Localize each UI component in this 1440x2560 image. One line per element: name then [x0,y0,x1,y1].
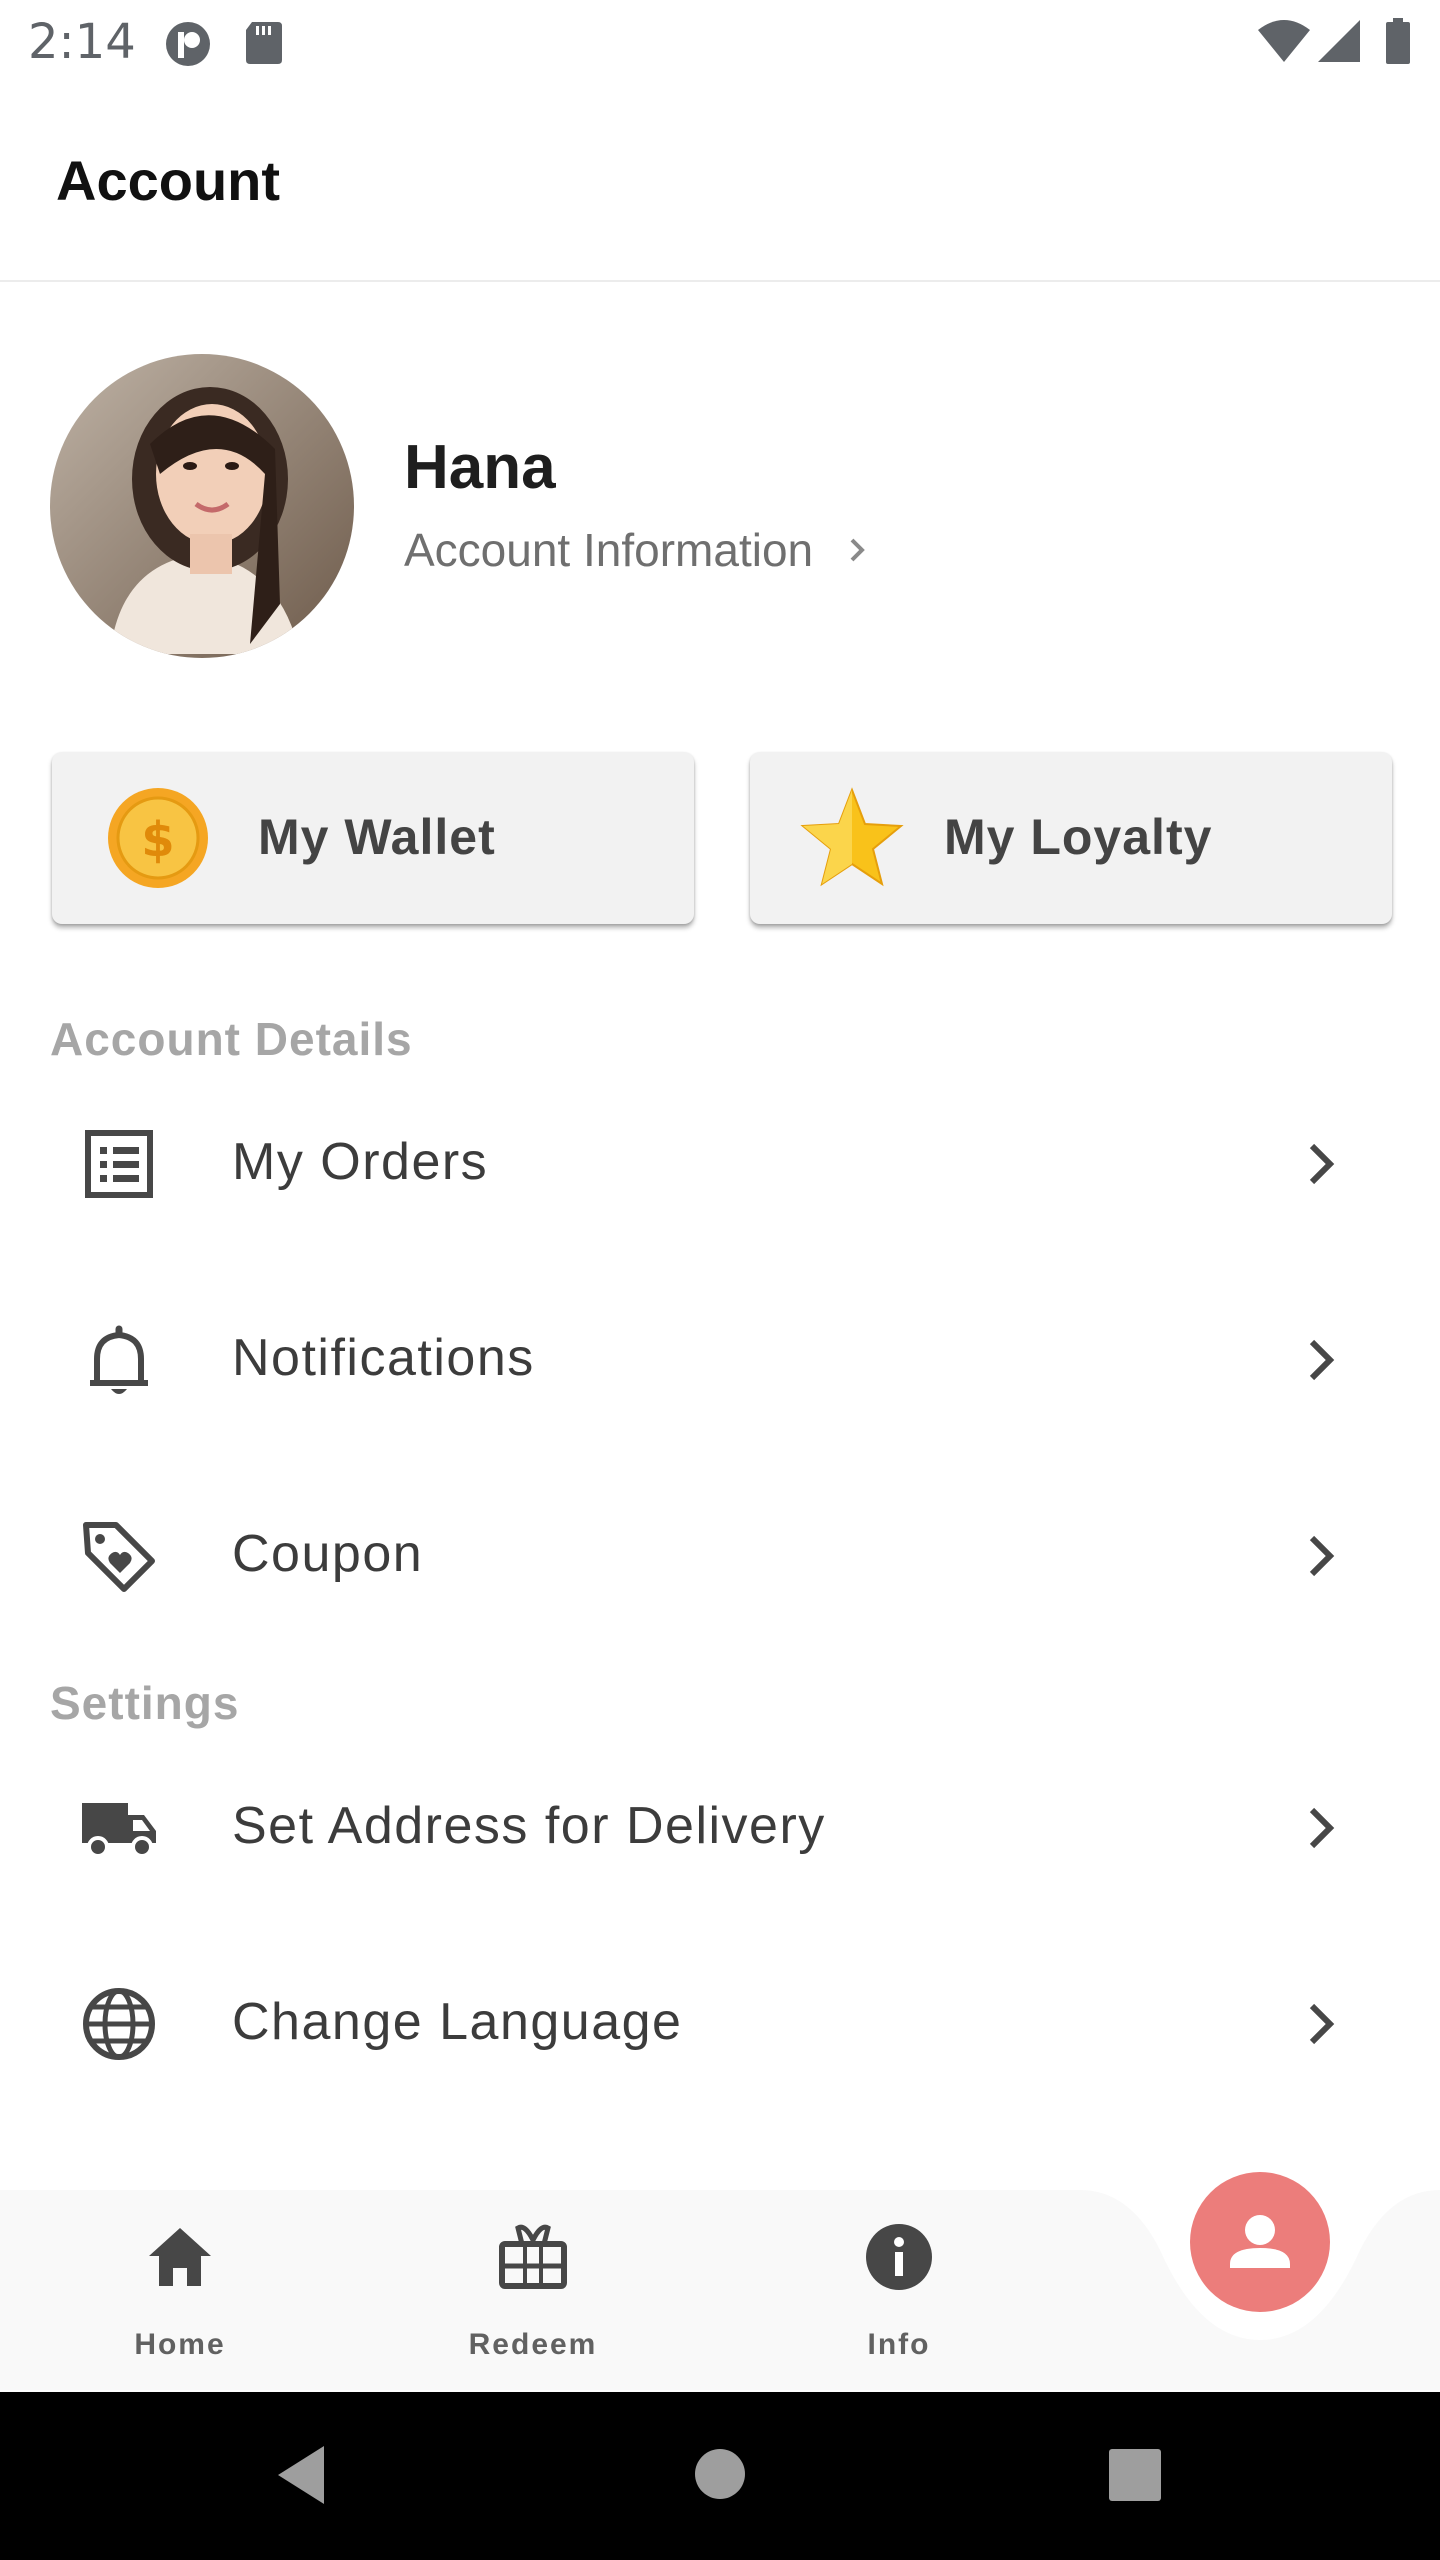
info-icon [866,2224,932,2290]
avatar-photo [50,354,354,658]
list-item-change-language[interactable]: Change Language [0,1934,1440,2114]
nav-home[interactable]: Home [80,2222,280,2372]
page-title: Account [56,149,280,212]
notifications-label: Notifications [232,1329,535,1387]
coupon-tag-icon [83,1522,155,1592]
coupon-label: Coupon [232,1525,424,1583]
my-loyalty-button[interactable]: My Loyalty [750,752,1392,924]
cell-signal-icon [1318,20,1360,62]
nav-account-button[interactable] [1190,2172,1330,2312]
app-circle-icon [166,22,210,66]
profile-name: Hana [404,433,556,502]
app-bar: Account [0,84,1440,282]
list-item-coupon[interactable]: Coupon [0,1466,1440,1646]
person-icon [1230,2215,1290,2268]
battery-icon [1386,18,1410,64]
list-item-my-orders[interactable]: My Orders [0,1074,1440,1254]
home-circle-icon[interactable] [694,2448,746,2500]
chevron-right-icon [1309,1807,1335,1849]
chevron-right-icon [1309,1339,1335,1381]
set-address-label: Set Address for Delivery [232,1797,826,1855]
nav-home-label: Home [134,2328,226,2361]
back-icon[interactable] [272,2442,338,2508]
wifi-icon [1258,20,1310,62]
truck-icon [82,1803,156,1858]
status-bar: 2:14 [0,0,1440,84]
star-icon [800,787,904,887]
system-navigation-bar [0,2392,1440,2560]
chevron-right-icon [1309,2003,1335,2045]
chevron-right-icon [850,538,865,562]
change-language-label: Change Language [232,1993,683,2051]
list-item-set-address[interactable]: Set Address for Delivery [0,1738,1440,1918]
list-item-notifications[interactable]: Notifications [0,1270,1440,1450]
my-wallet-button[interactable]: $ My Wallet [52,752,694,924]
status-time: 2:14 [28,14,136,70]
orders-list-icon [85,1130,153,1198]
globe-icon [83,1988,155,2060]
chevron-right-icon [1309,1535,1335,1577]
avatar[interactable] [50,354,354,658]
nav-info-label: Info [867,2328,931,2361]
recents-icon[interactable] [1108,2448,1162,2502]
my-loyalty-label: My Loyalty [944,809,1213,865]
gift-icon [499,2224,567,2289]
nav-redeem-label: Redeem [468,2328,598,2361]
account-information-label: Account Information [404,524,814,576]
account-information-link[interactable]: Account Information [404,522,871,578]
sd-card-icon [246,22,282,64]
section-header-account-details: Account Details [50,1013,413,1065]
home-icon [149,2228,211,2286]
nav-redeem[interactable]: Redeem [433,2222,633,2372]
my-orders-label: My Orders [232,1133,489,1191]
svg-text:$: $ [141,812,174,868]
chevron-right-icon [1309,1143,1335,1185]
nav-info[interactable]: Info [799,2222,999,2372]
bell-icon [90,1325,148,1394]
coin-icon: $ [108,788,208,888]
my-wallet-label: My Wallet [258,809,496,865]
section-header-settings: Settings [50,1677,240,1729]
